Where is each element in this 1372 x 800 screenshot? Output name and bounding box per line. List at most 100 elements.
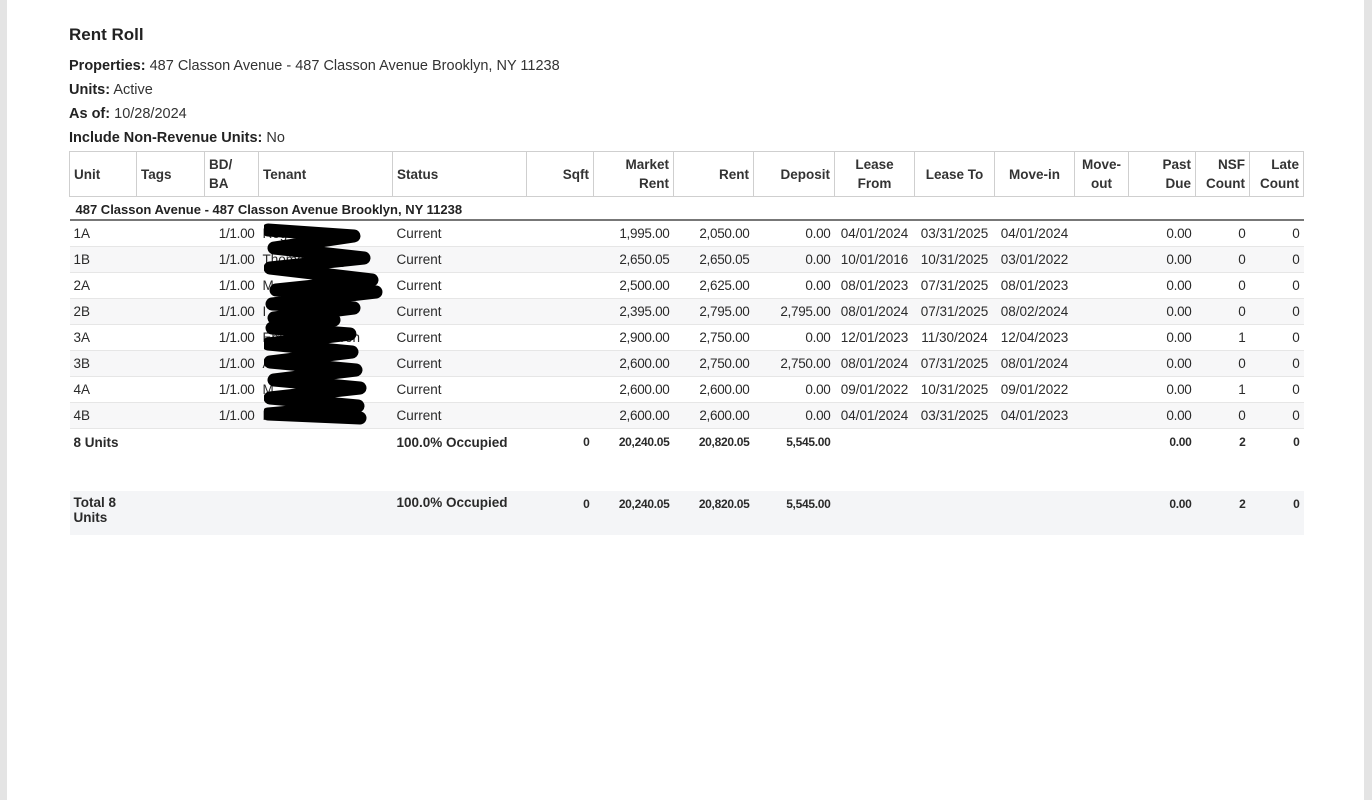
deposit-cell: 2,750.00 (753, 350, 835, 377)
subtotal-late: 0 (1293, 435, 1300, 449)
col-deposit: Deposit (753, 151, 835, 197)
move-in-cell: 09/01/2022 (994, 376, 1075, 403)
market-rent-cell: 2,650.05 (593, 246, 674, 273)
market-rent-cell: 2,600.00 (593, 402, 674, 429)
table-body: 487 Classon Avenue - 487 Classon Avenue … (69, 196, 1304, 429)
late-count-cell: 0 (1249, 376, 1304, 403)
property-group-row: 487 Classon Avenue - 487 Classon Avenue … (69, 196, 1304, 221)
tags-cell (136, 272, 205, 299)
past-due-cell: 0.00 (1128, 350, 1196, 377)
tags-cell (136, 376, 205, 403)
table-row: 1B 1/1.00 Thomas Morgan Current 2,650.05 2,65… (69, 246, 1304, 273)
units-value: Active (113, 82, 153, 98)
rent-cell: 2,650.05 (673, 246, 754, 273)
late-count-cell: 0 (1249, 324, 1304, 351)
lease-from-cell: 10/01/2016 (834, 246, 915, 273)
sqft-cell (526, 350, 594, 377)
total-deposit: 5,545.00 (753, 491, 835, 535)
total-nsf: 2 (1195, 491, 1250, 535)
col-past-due: Past Due (1128, 151, 1196, 197)
unit-cell: 3A (69, 324, 137, 351)
col-nsf-count: NSF Count (1195, 151, 1250, 197)
status-cell: Current (392, 272, 527, 299)
nsf-count-cell: 0 (1195, 298, 1250, 325)
sqft-cell (526, 298, 594, 325)
table-row: 1A 1/1.00 Roger Cortes Current 1,995.00 2,050… (69, 220, 1304, 247)
nonrevenue-label: Include Non-Revenue Units: (69, 130, 263, 146)
past-due-cell: 0.00 (1128, 324, 1196, 351)
total-rent: 20,820.05 (673, 491, 754, 535)
summary-body: 8 Units 100.0% Occupied 0 20,240.05 20,8… (69, 429, 1304, 535)
deposit-cell: 0.00 (753, 402, 835, 429)
status-cell: Current (392, 402, 527, 429)
status-cell: Current (392, 376, 527, 403)
past-due-cell: 0.00 (1128, 272, 1196, 299)
unit-cell: 3B (69, 350, 137, 377)
tags-cell (136, 298, 205, 325)
col-market-rent: Market Rent (593, 151, 674, 197)
past-due-cell: 0.00 (1128, 246, 1196, 273)
spacer-row (70, 455, 1304, 491)
nonrevenue-line: Include Non-Revenue Units: No (69, 126, 1309, 150)
header-row: Unit Tags BD/BA Tenant Status Sqft Marke… (69, 151, 1304, 197)
nsf-count-cell: 0 (1195, 272, 1250, 299)
bdba-cell: 1/1.00 (204, 376, 259, 403)
properties-label: Properties: (69, 58, 146, 74)
rent-cell: 2,600.00 (673, 376, 754, 403)
lease-from-cell: 08/01/2023 (834, 272, 915, 299)
lease-to-cell: 03/31/2025 (914, 402, 995, 429)
status-cell: Current (392, 298, 527, 325)
bdba-cell: 1/1.00 (204, 350, 259, 377)
lease-from-cell: 04/01/2024 (834, 220, 915, 247)
lease-to-cell: 10/31/2025 (914, 376, 995, 403)
deposit-cell: 2,795.00 (753, 298, 835, 325)
late-count-cell: 0 (1249, 220, 1304, 247)
past-due-cell: 0.00 (1128, 402, 1196, 429)
subtotal-deposit: 5,545.00 (786, 435, 831, 449)
past-due-cell: 0.00 (1128, 220, 1196, 247)
table-row: 4A 1/1.00 M Current 2,600.00 2,600.00 0.00 09/0… (69, 376, 1304, 403)
tags-cell (136, 350, 205, 377)
move-in-cell: 08/01/2024 (994, 350, 1075, 377)
asof-line: As of: 10/28/2024 (69, 102, 1309, 126)
tags-cell (136, 402, 205, 429)
bdba-cell: 1/1.00 (204, 324, 259, 351)
move-in-cell: 08/02/2024 (994, 298, 1075, 325)
redaction-scribble (264, 223, 383, 425)
move-out-cell (1074, 298, 1129, 325)
nsf-count-cell: 0 (1195, 220, 1250, 247)
col-late-count: Late Count (1249, 151, 1304, 197)
status-cell: Current (392, 324, 527, 351)
sqft-cell (526, 246, 594, 273)
past-due-cell: 0.00 (1128, 376, 1196, 403)
status-cell: Current (392, 246, 527, 273)
deposit-cell: 0.00 (753, 324, 835, 351)
bdba-cell: 1/1.00 (204, 220, 259, 247)
bdba-cell: 1/1.00 (204, 298, 259, 325)
table-row: 3A 1/1.00 Emma Calderon Current 2,900.00 2,75… (69, 324, 1304, 351)
unit-cell: 2A (69, 272, 137, 299)
deposit-cell: 0.00 (753, 220, 835, 247)
late-count-cell: 0 (1249, 246, 1304, 273)
col-tags: Tags (136, 151, 205, 197)
tags-cell (136, 324, 205, 351)
table-row: 3B 1/1.00 Ad Kim Current 2,600.00 2,750.00 2,7… (69, 350, 1304, 377)
rent-cell: 2,050.00 (673, 220, 754, 247)
deposit-cell: 0.00 (753, 246, 835, 273)
rent-cell: 2,750.00 (673, 324, 754, 351)
unit-cell: 2B (69, 298, 137, 325)
nsf-count-cell: 0 (1195, 402, 1250, 429)
sqft-cell (526, 220, 594, 247)
bdba-cell: 1/1.00 (204, 402, 259, 429)
properties-line: Properties: 487 Classon Avenue - 487 Cla… (69, 54, 1309, 78)
table-row: 2B 1/1.00 I Current 2,395.00 2,795.00 2,795.00… (69, 298, 1304, 325)
lease-from-cell: 08/01/2024 (834, 298, 915, 325)
report-content: Rent Roll Properties: 487 Classon Avenue… (69, 22, 1309, 535)
nsf-count-cell: 1 (1195, 324, 1250, 351)
col-lease-to: Lease To (914, 151, 995, 197)
past-due-cell: 0.00 (1128, 298, 1196, 325)
status-cell: Current (392, 350, 527, 377)
lease-to-cell: 10/31/2025 (914, 246, 995, 273)
lease-to-cell: 11/30/2024 (914, 324, 995, 351)
market-rent-cell: 2,395.00 (593, 298, 674, 325)
